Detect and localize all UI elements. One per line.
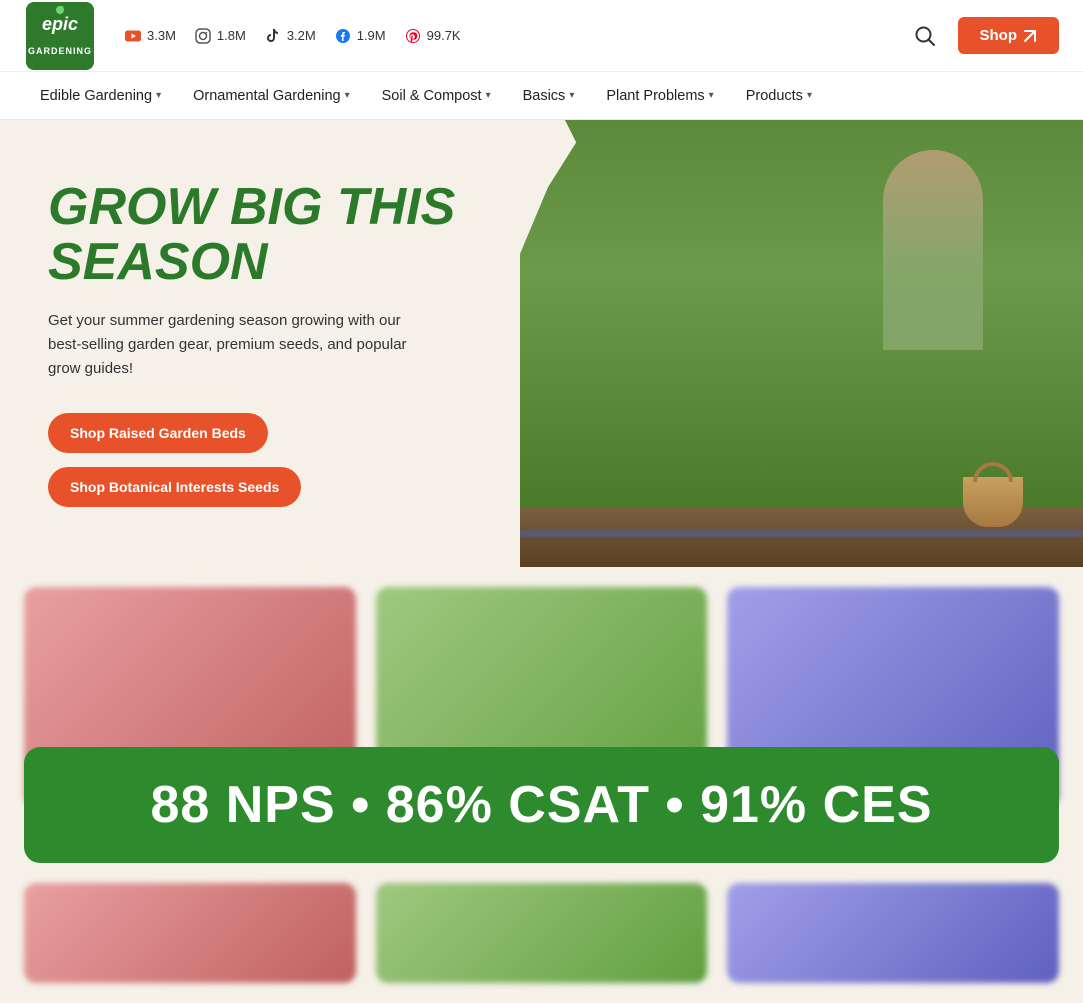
external-link-icon [1023, 29, 1037, 43]
chevron-down-icon: ▾ [345, 90, 350, 101]
person-silhouette [883, 150, 983, 350]
stats-section: 88 NPS • 86% CSAT • 91% CES [0, 567, 1083, 1003]
main-nav: Edible Gardening ▾ Ornamental Gardening … [0, 72, 1083, 120]
facebook-link[interactable]: 1.9M [334, 27, 386, 45]
nav-item-plant-problems[interactable]: Plant Problems ▾ [590, 72, 729, 120]
search-icon [914, 25, 936, 47]
nav-item-products[interactable]: Products ▾ [730, 72, 828, 120]
shop-button[interactable]: Shop [958, 17, 1060, 54]
tiktok-link[interactable]: 3.2M [264, 27, 316, 45]
bottom-card-2 [376, 883, 708, 983]
chevron-down-icon: ▾ [156, 90, 161, 101]
search-button[interactable] [908, 19, 942, 53]
youtube-icon [124, 27, 142, 45]
nav-item-ornamental-gardening[interactable]: Ornamental Gardening ▾ [177, 72, 366, 120]
garden-bed-frame [520, 529, 1083, 537]
pinterest-icon [404, 27, 422, 45]
youtube-count: 3.3M [147, 28, 176, 43]
svg-text:epic: epic [42, 14, 78, 34]
bottom-card-3 [727, 883, 1059, 983]
plants-sim [520, 120, 1083, 507]
pinterest-link[interactable]: 99.7K [404, 27, 461, 45]
pinterest-count: 99.7K [427, 28, 461, 43]
basket [963, 477, 1023, 527]
bottom-cards [24, 883, 1059, 983]
hero-image [520, 120, 1083, 567]
hero-title: GROW BIG THIS SEASON [48, 180, 480, 289]
chevron-down-icon: ▾ [709, 90, 714, 101]
hero-photo [520, 120, 1083, 567]
logo[interactable]: epic GARDENING [24, 0, 96, 72]
stats-banner: 88 NPS • 86% CSAT • 91% CES [24, 747, 1059, 863]
header-actions: Shop [908, 17, 1060, 54]
nav-item-basics[interactable]: Basics ▾ [507, 72, 591, 120]
instagram-icon [194, 27, 212, 45]
social-links: 3.3M 1.8M 3.2M 1.9M 99.7 [124, 27, 908, 45]
chevron-down-icon: ▾ [569, 90, 574, 101]
instagram-count: 1.8M [217, 28, 246, 43]
svg-text:GARDENING: GARDENING [28, 46, 92, 56]
youtube-link[interactable]: 3.3M [124, 27, 176, 45]
shop-botanical-seeds-button[interactable]: Shop Botanical Interests Seeds [48, 467, 301, 507]
header: epic GARDENING 3.3M 1.8M 3.2 [0, 0, 1083, 72]
facebook-count: 1.9M [357, 28, 386, 43]
chevron-down-icon: ▾ [807, 90, 812, 101]
facebook-icon [334, 27, 352, 45]
hero-section: GROW BIG THIS SEASON Get your summer gar… [0, 120, 1083, 567]
instagram-link[interactable]: 1.8M [194, 27, 246, 45]
hero-blob [520, 120, 1083, 567]
bottom-card-1 [24, 883, 356, 983]
hero-buttons: Shop Raised Garden Beds Shop Botanical I… [48, 413, 480, 507]
shop-raised-beds-button[interactable]: Shop Raised Garden Beds [48, 413, 268, 453]
stats-text: 88 NPS • 86% CSAT • 91% CES [64, 775, 1019, 835]
tiktok-icon [264, 27, 282, 45]
hero-subtitle: Get your summer gardening season growing… [48, 309, 428, 381]
tiktok-count: 3.2M [287, 28, 316, 43]
hero-content: GROW BIG THIS SEASON Get your summer gar… [0, 120, 520, 567]
chevron-down-icon: ▾ [486, 90, 491, 101]
nav-item-edible-gardening[interactable]: Edible Gardening ▾ [24, 72, 177, 120]
nav-item-soil-compost[interactable]: Soil & Compost ▾ [366, 72, 507, 120]
